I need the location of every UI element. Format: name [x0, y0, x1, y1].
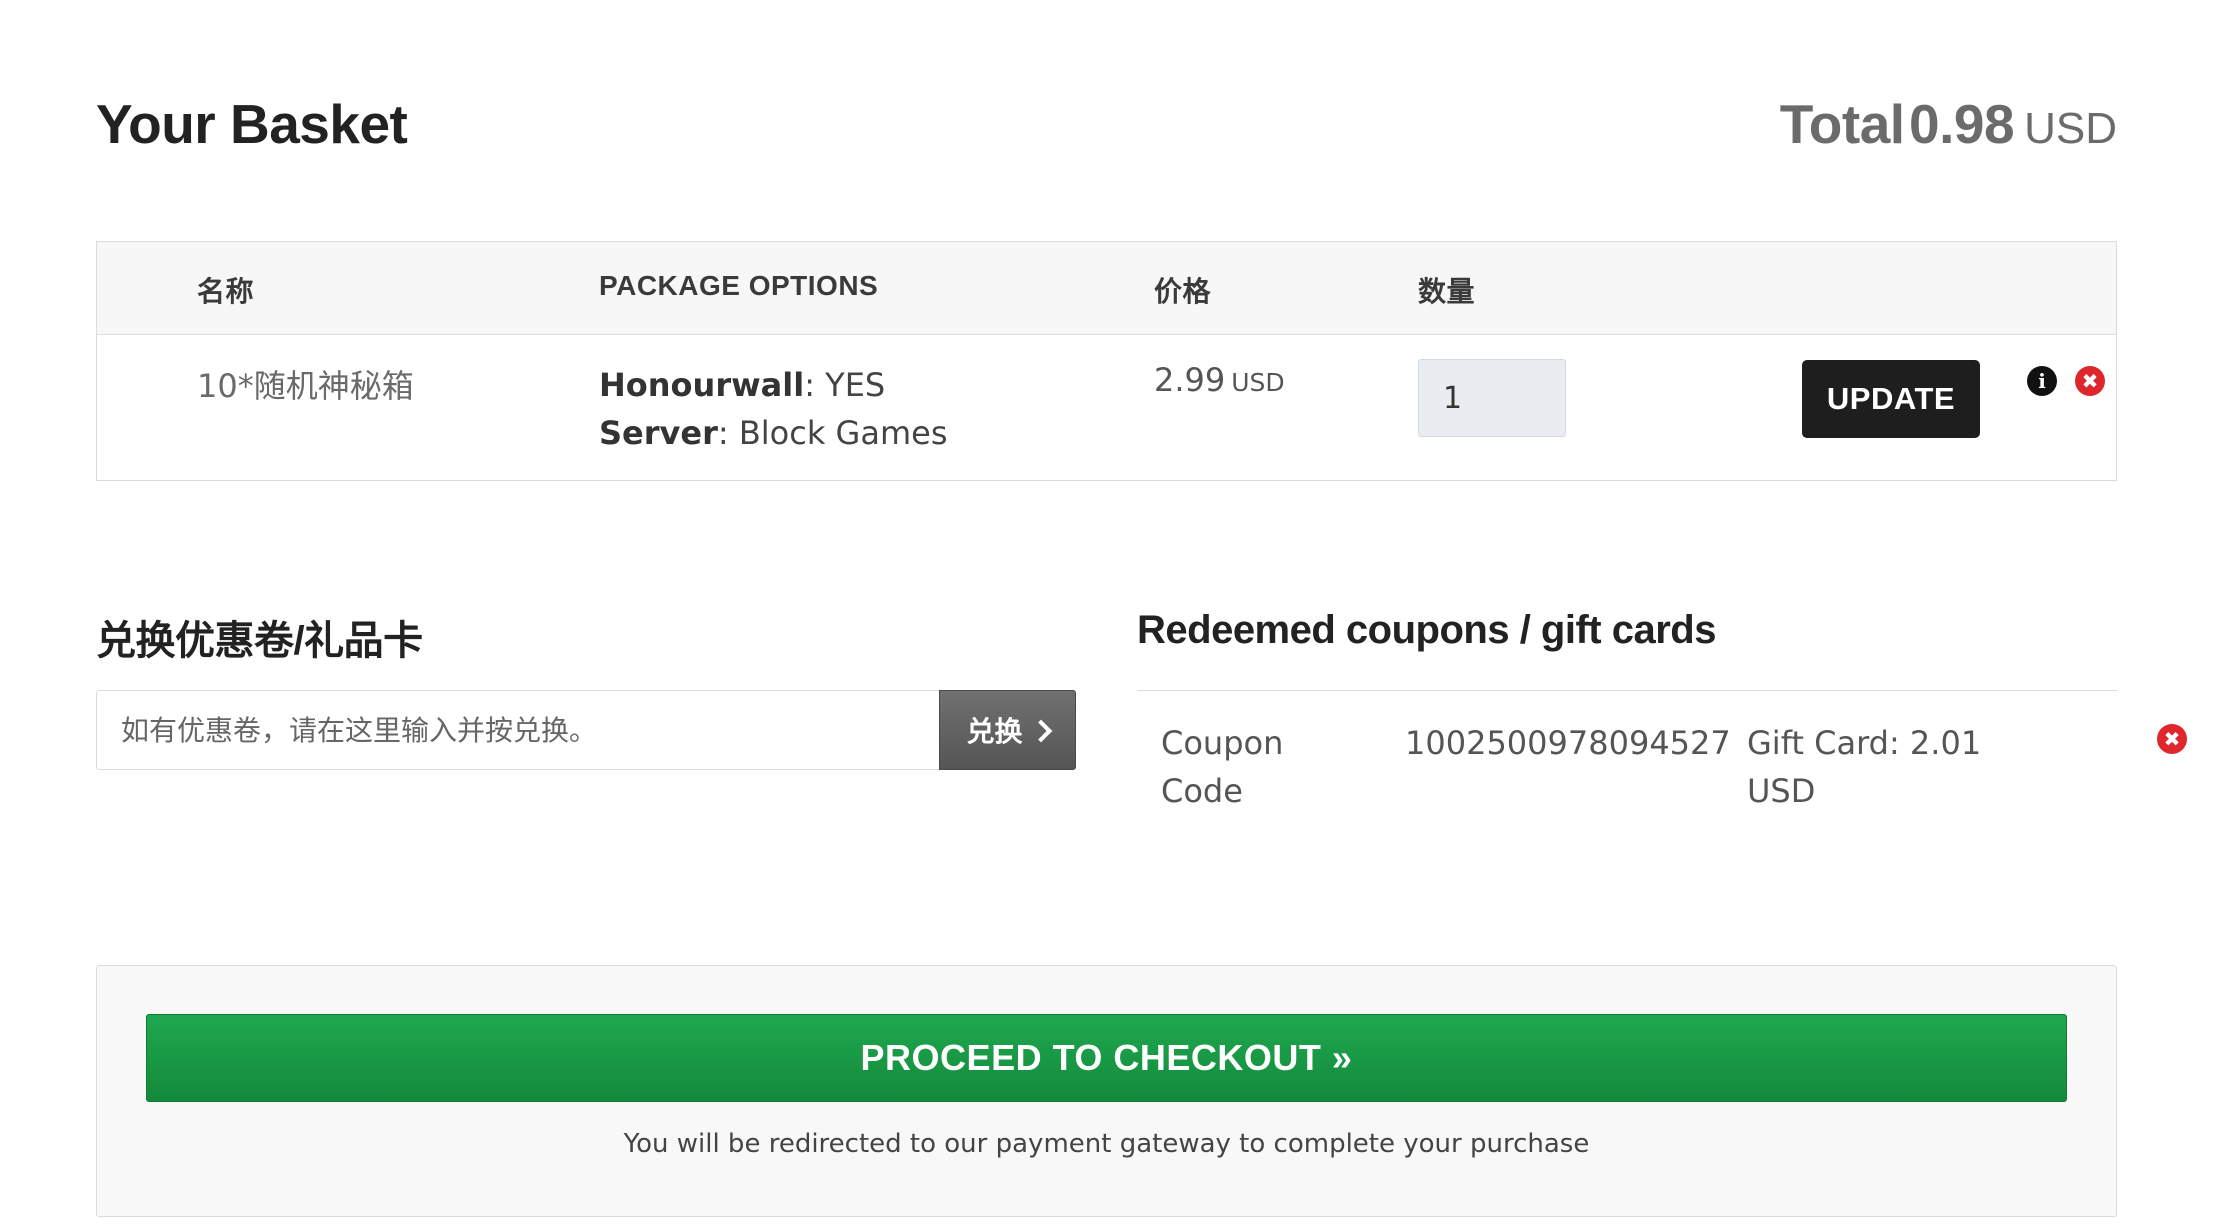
- page-title: Your Basket: [96, 93, 408, 155]
- coupon-code: 1002500978094527: [1405, 724, 1731, 762]
- redeemed-coupons-section: Redeemed coupons / gift cards Coupon Cod…: [1137, 608, 2187, 810]
- remove-item-icon[interactable]: ✖: [2075, 366, 2105, 396]
- chevron-right-icon: [1029, 719, 1052, 743]
- item-options: Honourwall: YES Server: Block Games: [599, 361, 947, 457]
- table-row: 10*随机神秘箱 Honourwall: YES Server: Block G…: [97, 335, 2116, 480]
- remove-coupon-icon[interactable]: ✖: [2157, 724, 2187, 754]
- coupon-form: 兑换: [96, 690, 1076, 770]
- option-line: Honourwall: YES: [599, 361, 947, 409]
- option-value: : YES: [804, 366, 886, 404]
- update-button[interactable]: UPDATE: [1802, 360, 1980, 438]
- price-currency: USD: [1231, 368, 1285, 397]
- redeem-button[interactable]: 兑换: [939, 690, 1076, 770]
- redeem-coupon-title: 兑换优惠卷/礼品卡: [96, 619, 423, 663]
- coupon-value: Gift Card: 2.01 USD: [1747, 724, 1982, 810]
- option-key: Honourwall: [599, 366, 805, 404]
- option-line: Server: Block Games: [599, 409, 947, 457]
- redeemed-coupons-table: Coupon Code 1002500978094527 Gift Card: …: [1137, 690, 2187, 831]
- total-currency: USD: [2024, 104, 2117, 153]
- info-icon[interactable]: i: [2027, 366, 2057, 396]
- checkout-panel: PROCEED TO CHECKOUT » You will be redire…: [96, 965, 2117, 1217]
- total-amount: 0.98: [1909, 93, 2015, 155]
- price-amount: 2.99: [1154, 361, 1226, 399]
- column-header-quantity: 数量: [1418, 276, 1476, 307]
- redeem-button-label: 兑换: [966, 715, 1023, 748]
- basket-total: Total 0.98 USD: [1780, 92, 2117, 156]
- coupon-input[interactable]: [96, 690, 941, 770]
- quantity-input[interactable]: [1418, 359, 1566, 437]
- redeem-coupon-section: 兑换优惠卷/礼品卡 兑换: [96, 608, 1076, 770]
- column-header-options: PACKAGE OPTIONS: [599, 270, 879, 301]
- item-price: 2.99 USD: [1154, 361, 1285, 399]
- item-name: 10*随机神秘箱: [197, 367, 414, 405]
- option-key: Server: [599, 414, 718, 452]
- checkout-note: You will be redirected to our payment ga…: [623, 1129, 1590, 1159]
- option-value: : Block Games: [717, 414, 948, 452]
- column-header-name: 名称: [197, 276, 255, 307]
- redeemed-coupons-title: Redeemed coupons / gift cards: [1137, 608, 1716, 652]
- basket-table: 名称 PACKAGE OPTIONS 价格 数量 10*随机神秘箱 Honour…: [96, 241, 2117, 481]
- coupon-type: Coupon Code: [1161, 724, 1284, 810]
- basket-header: Your Basket Total 0.98 USD: [96, 92, 2117, 162]
- table-header: 名称 PACKAGE OPTIONS 价格 数量: [97, 242, 2116, 335]
- proceed-to-checkout-button[interactable]: PROCEED TO CHECKOUT »: [146, 1014, 2067, 1102]
- column-header-price: 价格: [1154, 276, 1212, 307]
- total-label: Total: [1779, 93, 1905, 155]
